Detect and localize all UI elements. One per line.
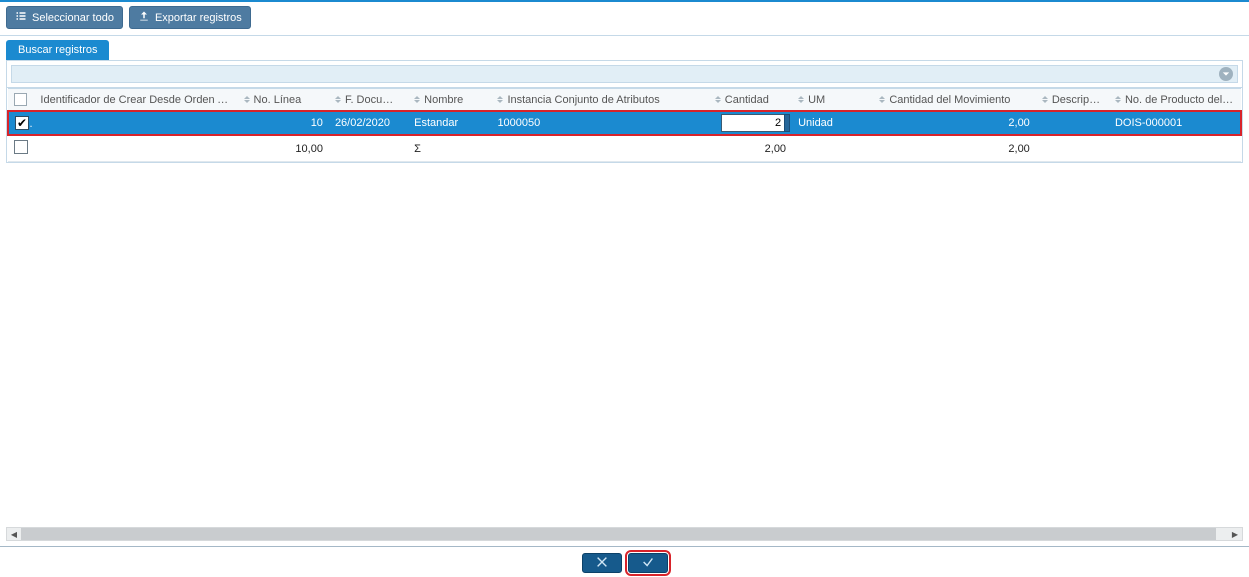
total-line: 10,00 <box>238 135 329 162</box>
select-all-button[interactable]: Seleccionar todo <box>6 6 123 29</box>
scroll-thumb[interactable] <box>21 528 1216 540</box>
total-qty: 2,00 <box>709 135 792 162</box>
sort-icon <box>715 96 723 103</box>
col-fdoc[interactable]: F. Documento <box>329 89 408 112</box>
sort-icon <box>798 96 806 103</box>
col-fdoc-label: F. Documento <box>345 94 408 106</box>
search-section: Buscar registros <box>0 36 1249 60</box>
cell-line: 10 <box>238 111 329 135</box>
cell-um: Unidad <box>792 111 873 135</box>
sigma-symbol: Σ <box>408 135 491 162</box>
x-icon <box>595 555 609 572</box>
col-desc-label: Descripción <box>1052 94 1109 106</box>
col-mov[interactable]: Cantidad del Movimiento <box>873 89 1036 112</box>
col-id-label: Identificador de Crear Desde Orden ADM <box>40 94 237 106</box>
search-panel <box>6 60 1243 88</box>
header-checkbox[interactable] <box>14 93 27 106</box>
col-line[interactable]: No. Línea <box>238 89 329 112</box>
col-name[interactable]: Nombre <box>408 89 491 112</box>
cell-name: Estandar <box>408 111 491 135</box>
cell-id <box>34 111 237 135</box>
col-um[interactable]: UM <box>792 89 873 112</box>
col-mov-label: Cantidad del Movimiento <box>889 94 1010 106</box>
quantity-input[interactable] <box>721 114 785 132</box>
col-line-label: No. Línea <box>254 94 302 106</box>
select-all-label: Seleccionar todo <box>32 12 114 24</box>
sort-icon <box>1042 96 1050 103</box>
export-button[interactable]: Exportar registros <box>129 6 251 29</box>
list-icon <box>15 10 27 25</box>
col-prod[interactable]: No. de Producto del Socio del <box>1109 89 1241 112</box>
check-icon <box>641 555 655 572</box>
confirm-button[interactable] <box>628 553 668 573</box>
table-row[interactable]: ✔ 10 26/02/2020 Estandar 1000050 Unidad … <box>8 111 1241 135</box>
cell-fdoc: 26/02/2020 <box>329 111 408 135</box>
cell-mov: 2,00 <box>873 111 1036 135</box>
sort-icon <box>497 96 505 103</box>
col-qty[interactable]: Cantidad <box>709 89 792 112</box>
col-qty-label: Cantidad <box>725 94 769 106</box>
col-name-label: Nombre <box>424 94 463 106</box>
col-um-label: UM <box>808 94 825 106</box>
records-grid: Identificador de Crear Desde Orden ADM N… <box>6 88 1243 163</box>
sort-icon <box>414 96 422 103</box>
totals-checkbox[interactable] <box>14 140 28 154</box>
header-checkbox-cell[interactable] <box>8 89 34 112</box>
total-mov: 2,00 <box>873 135 1036 162</box>
cancel-button[interactable] <box>582 553 622 573</box>
sort-icon <box>1115 96 1123 103</box>
row-checkbox[interactable]: ✔ <box>15 116 29 130</box>
scroll-track[interactable] <box>21 528 1228 540</box>
col-id[interactable]: Identificador de Crear Desde Orden ADM <box>34 89 237 112</box>
col-desc[interactable]: Descripción <box>1036 89 1109 112</box>
chevron-down-icon[interactable] <box>1219 67 1233 81</box>
sort-icon <box>244 96 252 103</box>
cell-desc <box>1036 111 1109 135</box>
footer-bar <box>0 546 1249 573</box>
totals-row: 10,00 Σ 2,00 2,00 <box>8 135 1241 162</box>
sort-icon <box>335 96 343 103</box>
horizontal-scrollbar[interactable]: ◀ ▶ <box>6 527 1243 541</box>
col-inst-label: Instancia Conjunto de Atributos <box>507 94 659 106</box>
cell-qty[interactable] <box>709 111 792 135</box>
export-label: Exportar registros <box>155 12 242 24</box>
toolbar: Seleccionar todo Exportar registros <box>0 2 1249 36</box>
cell-inst: 1000050 <box>491 111 708 135</box>
scroll-left-arrow[interactable]: ◀ <box>7 528 21 540</box>
scroll-right-arrow[interactable]: ▶ <box>1228 528 1242 540</box>
search-banner <box>11 65 1238 83</box>
upload-icon <box>138 10 150 25</box>
col-prod-label: No. de Producto del Socio del <box>1125 94 1241 106</box>
sort-icon <box>879 96 887 103</box>
table-header-row: Identificador de Crear Desde Orden ADM N… <box>8 89 1241 112</box>
col-inst[interactable]: Instancia Conjunto de Atributos <box>491 89 708 112</box>
cell-prod: DOIS-000001 <box>1109 111 1241 135</box>
drag-handle-icon[interactable] <box>784 114 790 132</box>
search-tab[interactable]: Buscar registros <box>6 40 109 60</box>
